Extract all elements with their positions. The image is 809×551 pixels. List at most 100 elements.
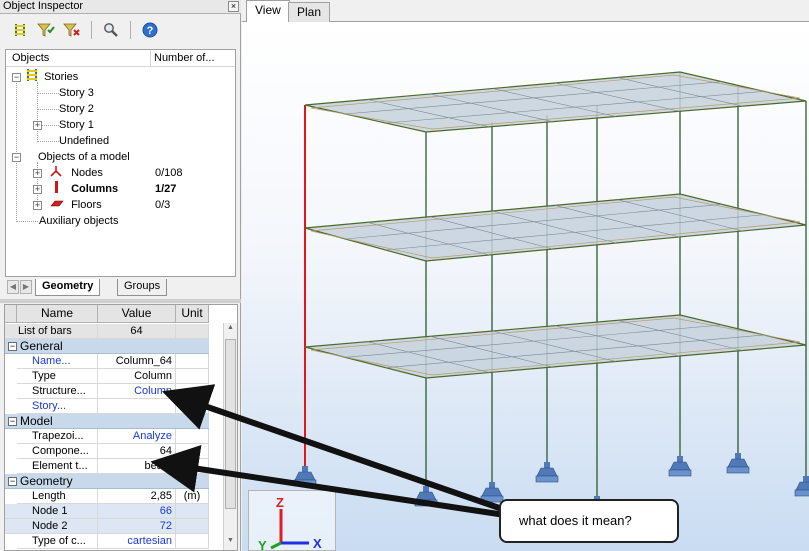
tree-item-story-3[interactable]: Story 3	[59, 85, 94, 101]
filter-clear-button[interactable]	[62, 20, 82, 40]
support-neck[interactable]	[803, 476, 809, 482]
tree-expander-floors[interactable]: +	[33, 201, 42, 210]
support-plate[interactable]	[668, 469, 692, 477]
grid-row-component-value: 64	[98, 444, 176, 459]
grid-row-trapezoid-label: Trapezoi...	[17, 429, 98, 444]
tab-view[interactable]: View	[246, 0, 290, 23]
tree-item-label: Undefined	[59, 135, 110, 147]
grid-row-name-value[interactable]: Column_64	[98, 354, 176, 369]
tree-header-divider[interactable]	[150, 50, 151, 67]
tree-item-auxiliary[interactable]: Auxiliary objects	[39, 213, 118, 229]
tab-plan[interactable]: Plan	[288, 2, 331, 23]
support-plate[interactable]	[535, 475, 559, 483]
inspector-toolbar: ?	[0, 15, 241, 45]
stories-icon	[15, 24, 25, 36]
tree-item-columns[interactable]: Columns	[50, 181, 118, 197]
find-button[interactable]	[101, 20, 121, 40]
tree-expander-story-1[interactable]: +	[33, 121, 42, 130]
collapse-icon[interactable]: −	[8, 417, 17, 426]
tree-expander-stories[interactable]: −	[12, 73, 21, 82]
help-button[interactable]: ?	[140, 20, 160, 40]
support-base[interactable]	[795, 481, 809, 491]
support-base[interactable]	[481, 487, 503, 497]
scroll-up-icon[interactable]: ▲	[225, 324, 236, 336]
grid-section-general[interactable]: − General	[5, 339, 209, 354]
stories-filter-button[interactable]	[10, 20, 30, 40]
support-neck[interactable]	[489, 482, 495, 488]
collapse-icon[interactable]: −	[8, 342, 17, 351]
tree-item-nodes[interactable]: Nodes	[50, 165, 103, 181]
model-view-area: View Plan Z X Y	[242, 0, 809, 551]
scroll-down-icon[interactable]: ▼	[225, 537, 236, 549]
support-base[interactable]	[415, 491, 437, 501]
filter-button[interactable]	[36, 20, 56, 40]
scroll-thumb[interactable]	[225, 339, 236, 509]
3d-viewport[interactable]: Z X Y	[242, 22, 809, 551]
support-base[interactable]	[727, 458, 749, 468]
support-neck[interactable]	[423, 486, 429, 492]
panel-title: Object Inspector	[3, 0, 84, 12]
grid-section-label: General	[20, 339, 63, 353]
support-neck[interactable]	[302, 466, 308, 472]
tree-expander-columns[interactable]: +	[33, 185, 42, 194]
tab-scroll-left[interactable]: ◀	[7, 280, 19, 294]
tree-expander-objects[interactable]: −	[12, 153, 21, 162]
support-base[interactable]	[669, 461, 691, 471]
tree-line	[16, 80, 17, 220]
support-plate[interactable]	[293, 479, 317, 487]
axis-label-y: Y	[258, 538, 267, 551]
grid-row-unit	[176, 429, 209, 444]
support-neck[interactable]	[735, 453, 741, 459]
grid-row-component-label: Compone...	[17, 444, 98, 459]
grid-row-coord-value[interactable]: cartesian	[98, 534, 176, 549]
tree-item-floors[interactable]: Floors	[50, 197, 102, 213]
tree-item-undefined[interactable]: Undefined	[59, 133, 109, 149]
grid-col-unit[interactable]: Unit	[176, 305, 209, 323]
tree-col-number[interactable]: Number of...	[154, 52, 215, 64]
grid-scrollbar[interactable]: ▲ ▼	[223, 323, 237, 550]
grid-col-name[interactable]: Name	[17, 305, 98, 323]
tree-item-objects-of-model[interactable]: Objects of a model	[38, 149, 130, 165]
panel-close-button[interactable]: ×	[228, 1, 239, 12]
toolbar-separator	[91, 21, 92, 39]
grid-row-node2-value[interactable]: 72	[98, 519, 176, 534]
grid-row-structure-value[interactable]: Column	[98, 384, 176, 399]
tree-expander-nodes[interactable]: +	[33, 169, 42, 178]
collapse-icon[interactable]: −	[8, 477, 17, 486]
tree-item-story-1[interactable]: Story 1	[59, 117, 94, 133]
object-inspector-panel: Object Inspector × ? Objects Number of..…	[0, 0, 241, 551]
support-base[interactable]	[536, 467, 558, 477]
support-neck[interactable]	[677, 456, 683, 462]
panel-titlebar: Object Inspector ×	[0, 0, 241, 14]
floor-icon	[50, 200, 64, 207]
grid-row-length-unit: (m)	[176, 489, 209, 504]
grid-row-story-value[interactable]	[98, 399, 176, 414]
grid-section-geometry[interactable]: − Geometry	[5, 474, 209, 489]
tab-groups[interactable]: Groups	[117, 279, 168, 296]
support-base[interactable]	[294, 471, 316, 481]
grid-list-label: List of bars	[5, 324, 98, 339]
tab-scroll-right[interactable]: ▶	[20, 280, 32, 294]
panel-splitter[interactable]	[0, 299, 241, 303]
grid-row-unit	[176, 399, 209, 414]
grid-row-trapezoid-value[interactable]: Analyze	[98, 429, 176, 444]
structure-model[interactable]	[242, 22, 809, 551]
tree-col-objects[interactable]: Objects	[12, 52, 49, 64]
tree-item-stories[interactable]: Stories	[26, 69, 78, 85]
grid-list-value: 64	[98, 324, 176, 339]
grid-row-coord-label: Type of c...	[17, 534, 98, 549]
support-plate[interactable]	[794, 489, 809, 497]
support-plate[interactable]	[726, 466, 750, 474]
grid-row-name-label[interactable]: Name...	[17, 354, 98, 369]
grid-row-story-label[interactable]: Story...	[17, 399, 98, 414]
grid-row-node1-label: Node 1	[17, 504, 98, 519]
grid-section-model[interactable]: − Model	[5, 414, 209, 429]
tree-item-label: Story 2	[59, 103, 94, 115]
support-plate[interactable]	[414, 499, 438, 507]
support-neck[interactable]	[544, 462, 550, 468]
grid-row-node1-value[interactable]: 66	[98, 504, 176, 519]
grid-col-value[interactable]: Value	[98, 305, 176, 323]
app-root: Object Inspector × ? Objects Number of..…	[0, 0, 809, 551]
tree-item-story-2[interactable]: Story 2	[59, 101, 94, 117]
tab-geometry[interactable]: Geometry	[35, 279, 101, 296]
